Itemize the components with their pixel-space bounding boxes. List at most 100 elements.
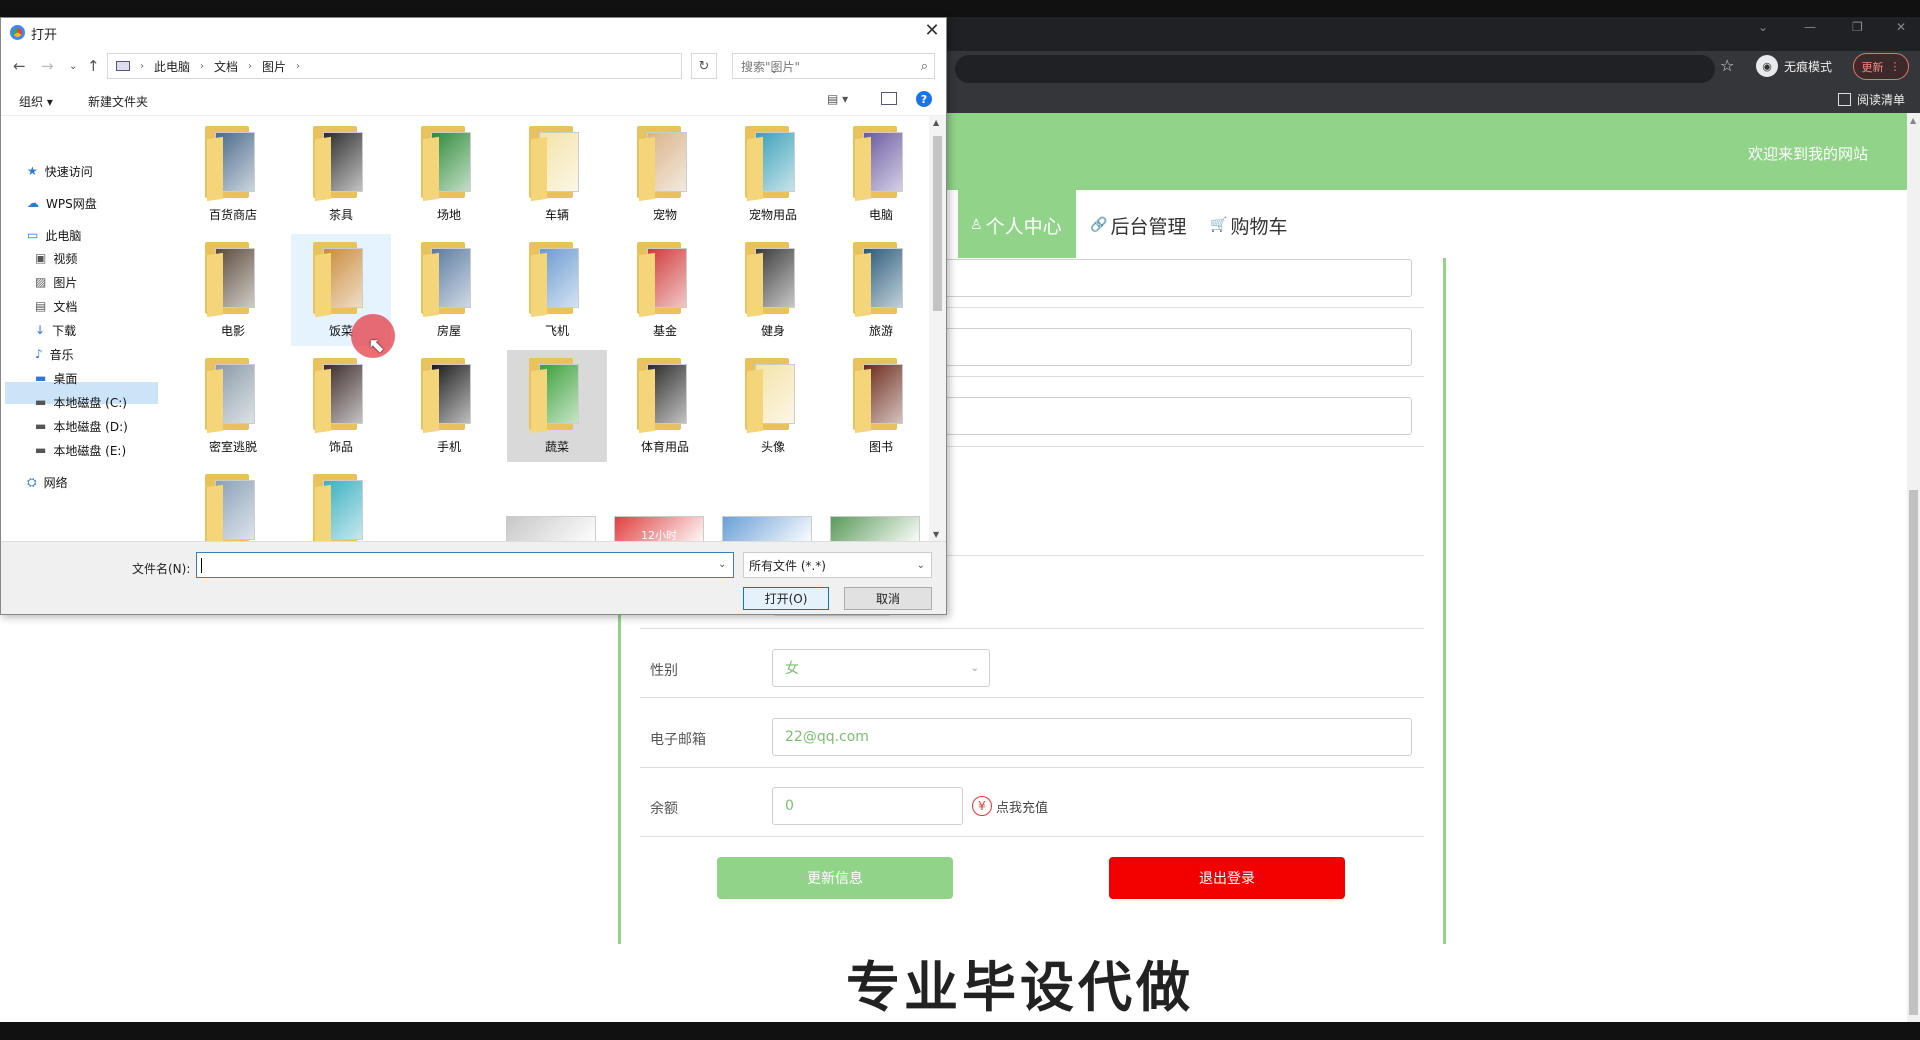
folder-item[interactable]: 健身 <box>723 234 823 346</box>
dialog-footer: 文件名(N): ⌄ 所有文件 (*.*) ⌄ 打开(O) 取消 <box>1 541 946 614</box>
folder-icon <box>529 358 587 434</box>
nav-personal-center[interactable]: ♙ 个人中心 <box>958 190 1076 260</box>
scroll-up-icon[interactable]: ▲ <box>1910 116 1916 125</box>
nav-admin[interactable]: 🔗 后台管理 <box>1078 190 1198 260</box>
scroll-up-icon[interactable]: ▲ <box>933 118 939 127</box>
close-window-icon[interactable]: ✕ <box>1896 20 1906 34</box>
restore-icon[interactable]: ❐ <box>1852 20 1863 34</box>
folder-item[interactable] <box>291 466 391 541</box>
dialog-title-bar[interactable]: 打开 ✕ <box>1 18 946 48</box>
balance-field[interactable]: 0 <box>772 787 963 825</box>
folder-item[interactable]: 饰品 <box>291 350 391 462</box>
new-folder-button[interactable]: 新建文件夹 <box>88 93 148 110</box>
file-list: 百货商店 茶具 场地 车辆 宠物 宠物用品 电脑 电影 饭菜 房屋 飞机 基金 健身 旅游 密室逃脱 饰品 手机… <box>181 116 926 541</box>
desktop-icon: ▬ <box>35 371 47 385</box>
folder-name: 房屋 <box>436 324 461 338</box>
filename-input[interactable]: ⌄ <box>196 552 734 578</box>
preview-pane-icon[interactable] <box>881 92 897 105</box>
sidebar-item[interactable]: ★ 快速访问 <box>27 160 93 182</box>
sidebar-item[interactable]: ▬ 本地磁盘 (C:) <box>35 391 127 413</box>
breadcrumb-item[interactable]: 图片 <box>262 58 286 75</box>
help-icon[interactable]: ? <box>916 91 932 107</box>
sidebar-item[interactable]: ☁ WPS网盘 <box>27 192 97 214</box>
chevron-down-icon[interactable]: ⌄ <box>718 559 726 570</box>
update-button[interactable]: 更新 ⋮ <box>1853 53 1909 80</box>
image-thumbnail[interactable] <box>506 516 596 541</box>
folder-item[interactable]: 电脑 <box>831 118 926 230</box>
logout-button[interactable]: 退出登录 <box>1109 857 1345 899</box>
breadcrumb[interactable]: › 此电脑 › 文档 › 图片 › ⌄ <box>107 53 778 79</box>
scroll-down-icon[interactable]: ▼ <box>933 530 939 539</box>
image-thumbnail[interactable] <box>722 516 812 541</box>
update-info-button[interactable]: 更新信息 <box>717 857 953 899</box>
sidebar-item[interactable]: ▣ 视频 <box>35 247 77 269</box>
folder-item[interactable]: 基金 <box>615 234 715 346</box>
folder-icon <box>313 358 371 434</box>
recent-chevron-icon[interactable]: ⌄ <box>69 61 77 72</box>
breadcrumb-separator-icon: › <box>200 60 205 72</box>
recharge-link[interactable]: ¥ 点我充值 <box>972 796 1048 816</box>
file-type-select[interactable]: 所有文件 (*.*) ⌄ <box>743 552 932 578</box>
folder-item[interactable]: 茶具 <box>291 118 391 230</box>
welcome-text: 欢迎来到我的网站 <box>1748 145 1869 163</box>
email-field[interactable]: 22@qq.com <box>772 718 1412 756</box>
sidebar-item[interactable]: ▭ 此电脑 <box>27 224 81 246</box>
refresh-button[interactable]: ↻ <box>691 53 717 79</box>
minimize-icon[interactable]: — <box>1804 20 1816 34</box>
back-icon[interactable]: ← <box>13 57 26 75</box>
sidebar-item[interactable]: ▨ 图片 <box>35 271 77 293</box>
nav-cart[interactable]: 🛒 购物车 <box>1198 190 1299 260</box>
forward-icon[interactable]: → <box>41 57 54 75</box>
sidebar-item[interactable]: ▤ 文档 <box>35 295 77 317</box>
view-options-icon[interactable]: ▤ ▾ <box>827 92 848 106</box>
tab-search-icon[interactable]: ⌄ <box>1758 20 1768 34</box>
sidebar-item-label: 下载 <box>52 323 77 338</box>
image-thumbnail[interactable]: 12小时 <box>614 516 704 541</box>
folder-item[interactable]: 旅游 <box>831 234 926 346</box>
chrome-icon <box>10 25 25 40</box>
refresh-icon: ↻ <box>698 58 710 74</box>
folder-item[interactable]: 车辆 <box>507 118 607 230</box>
image-thumbnail[interactable] <box>830 516 920 541</box>
folder-item[interactable]: 飞机 <box>507 234 607 346</box>
file-open-dialog: 打开 ✕ ← → ⌄ ↑ › 此电脑 › 文档 › 图片 › ⌄ ↻ 搜索"图片… <box>0 17 947 615</box>
sidebar-item[interactable]: ↓ 下载 <box>35 319 76 341</box>
folder-item[interactable]: 电影 <box>183 234 283 346</box>
search-input[interactable]: 搜索"图片" ⌕ <box>732 53 935 79</box>
folder-item[interactable]: 房屋 <box>399 234 499 346</box>
gender-select[interactable]: 女 ⌄ <box>772 649 990 687</box>
breadcrumb-item[interactable]: 文档 <box>214 58 238 75</box>
folder-icon <box>421 242 479 318</box>
incognito-indicator[interactable]: ◉ 无痕模式 <box>1756 55 1832 77</box>
folder-item[interactable]: 宠物 <box>615 118 715 230</box>
open-button[interactable]: 打开(O) <box>743 587 829 610</box>
file-list-scroll-thumb[interactable] <box>933 136 942 311</box>
up-icon[interactable]: ↑ <box>87 57 100 75</box>
bookmark-star-icon[interactable]: ☆ <box>1720 56 1734 75</box>
folder-item[interactable]: 蔬菜 <box>507 350 607 462</box>
sidebar-item[interactable]: ⛭ 网络 <box>27 471 68 493</box>
folder-item[interactable]: 图书 <box>831 350 926 462</box>
breadcrumb-item[interactable]: 此电脑 <box>154 58 190 75</box>
folder-item[interactable] <box>183 466 283 541</box>
page-scroll-thumb[interactable] <box>1909 490 1918 1015</box>
organize-menu[interactable]: 组织 ▾ <box>19 93 53 110</box>
folder-item[interactable]: 百货商店 <box>183 118 283 230</box>
sidebar-item[interactable]: ▬ 本地磁盘 (D:) <box>35 415 128 437</box>
close-icon[interactable]: ✕ <box>919 20 945 41</box>
folder-item[interactable]: 场地 <box>399 118 499 230</box>
folder-item[interactable]: 密室逃脱 <box>183 350 283 462</box>
sidebar-item[interactable]: ▬ 本地磁盘 (E:) <box>35 439 126 461</box>
folder-name: 手机 <box>436 440 461 454</box>
folder-item[interactable]: 体育用品 <box>615 350 715 462</box>
sidebar-item[interactable]: ♪ 音乐 <box>35 343 74 365</box>
folder-item[interactable]: 手机 <box>399 350 499 462</box>
folder-item[interactable]: 宠物用品 <box>723 118 823 230</box>
folder-item[interactable]: 头像 <box>723 350 823 462</box>
reading-list-label: 阅读清单 <box>1857 93 1906 107</box>
reading-list-button[interactable]: 阅读清单 <box>1838 91 1905 108</box>
sidebar-item[interactable]: ▬ 桌面 <box>35 367 77 389</box>
folder-icon <box>529 126 587 202</box>
omnibox[interactable] <box>955 55 1715 83</box>
cancel-button[interactable]: 取消 <box>844 587 932 610</box>
